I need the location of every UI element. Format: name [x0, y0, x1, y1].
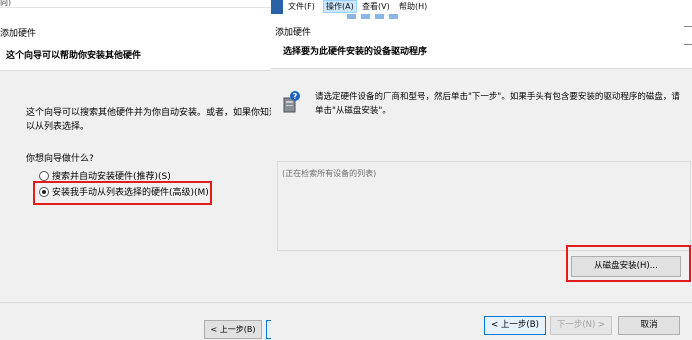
next-button-disabled[interactable]: 下一步(N) > — [550, 316, 612, 335]
left-description-line2: 以从列表选择。 — [26, 122, 90, 132]
menu-file[interactable]: 文件(F) — [288, 1, 315, 12]
left-description-line1: 这个向导可以搜索其他硬件并为你自动安装。或者，如果你知道要 — [26, 108, 271, 118]
toolbar-icon — [389, 14, 398, 19]
menu-action[interactable]: 操作(A) — [323, 0, 357, 13]
menu-view[interactable]: 查看(V) — [362, 1, 390, 12]
left-back-button[interactable]: < 上一步(B) — [204, 320, 262, 339]
right-description: 请选定硬件设备的厂商和型号，然后单击"下一步"。如果手头有包含要安装的驱动程序的… — [315, 92, 680, 116]
left-wizard-subtitle: 这个向导可以帮助你安装其他硬件 — [6, 51, 142, 61]
radio-auto-install[interactable] — [39, 171, 49, 181]
left-top-strip: 向) — [0, 0, 271, 8]
left-description: 这个向导可以搜索其他硬件并为你自动安装。或者，如果你知道要 以从列表选择。 — [26, 106, 271, 134]
toolbar-icon — [361, 14, 370, 19]
left-wizard-title: 添加硬件 — [0, 29, 37, 39]
toolbar-icon — [375, 14, 384, 19]
highlight-box-have-disk — [566, 245, 691, 282]
highlight-box-manual-option — [33, 181, 212, 205]
back-button[interactable]: < 上一步(B) — [484, 316, 546, 335]
app-icon — [271, 0, 283, 14]
left-header-panel — [0, 22, 271, 71]
hardware-help-icon: ? — [283, 89, 301, 113]
right-wizard-subtitle: 选择要为此硬件安装的设备驱动程序 — [283, 47, 428, 57]
right-wizard-title: 添加硬件 — [275, 28, 312, 38]
left-question: 你想向导做什么? — [26, 154, 94, 164]
device-list-placeholder: (正在检索所有设备的列表) — [282, 169, 377, 178]
svg-text:?: ? — [293, 92, 298, 101]
menu-help[interactable]: 帮助(H) — [399, 1, 427, 12]
cancel-button[interactable]: 取消 — [618, 316, 680, 335]
toolbar-icon — [347, 14, 356, 19]
scroll-edge — [684, 26, 692, 32]
scroll-edge — [684, 44, 692, 50]
left-top-fragment: 向) — [0, 0, 12, 7]
